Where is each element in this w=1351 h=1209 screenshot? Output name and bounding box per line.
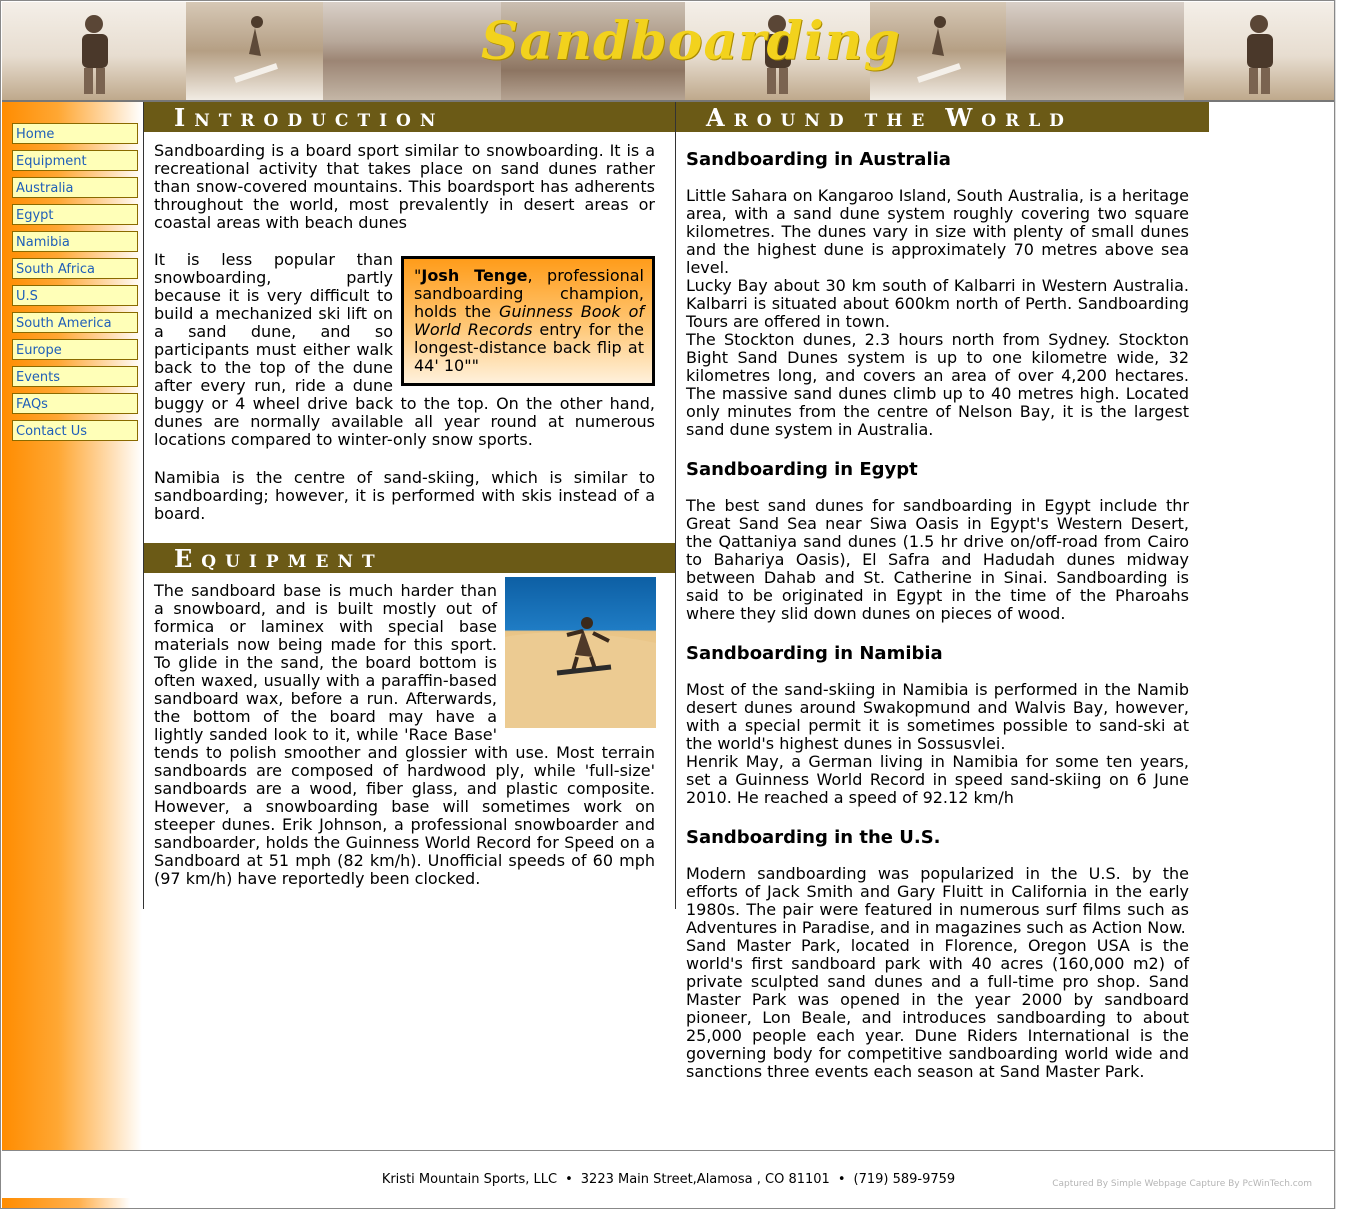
namibia-para-2: Henrik May, a German living in Namibia f…: [686, 752, 1189, 807]
heading-rest: NTRODUCTION: [194, 111, 445, 131]
page-frame: Sandboarding Home Equipment Australia Eg…: [0, 0, 1335, 1209]
heading-rest: ROUND: [733, 111, 853, 131]
banner-photo-boarder: [2, 2, 187, 100]
heading-initial: E: [174, 544, 202, 573]
heading-rest: QUIPMENT: [201, 552, 384, 572]
sidebar-gradient-footer: [2, 1198, 130, 1208]
footer-divider: [2, 1150, 1334, 1151]
capture-watermark: Captured By Simple Webpage Capture By Pc…: [1052, 1179, 1312, 1189]
egypt-heading: Sandboarding in Egypt: [686, 459, 918, 480]
australia-para-2: Lucky Bay about 30 km south of Kalbarri …: [686, 276, 1189, 331]
australia-text: Little Sahara on Kangaroo Island, South …: [686, 187, 1189, 439]
namibia-heading: Sandboarding in Namibia: [686, 643, 943, 664]
australia-para-1: Little Sahara on Kangaroo Island, South …: [686, 186, 1189, 277]
nav-link-south-africa[interactable]: South Africa: [12, 258, 138, 279]
window-scrollbar[interactable]: [1335, 0, 1351, 1209]
column-divider-middle: [675, 102, 676, 909]
nav-link-namibia[interactable]: Namibia: [12, 231, 138, 252]
banner-photo-dunes: [1006, 2, 1184, 100]
column-divider-left: [143, 102, 144, 909]
banner-photo-boarder: [1183, 2, 1334, 100]
sidebar-nav: Home Equipment Australia Egypt Namibia S…: [12, 123, 138, 447]
intro-paragraph-1: Sandboarding is a board sport similar to…: [154, 141, 655, 232]
australia-heading: Sandboarding in Australia: [686, 149, 951, 170]
heading-initial: W: [945, 103, 982, 132]
heading-initial: I: [174, 103, 195, 132]
nav-link-australia[interactable]: Australia: [12, 177, 138, 198]
equipment-paragraph-wrapper: The sandboard base is much harder than a…: [154, 577, 656, 888]
egypt-para-1: The best sand dunes for sandboarding in …: [686, 496, 1189, 623]
heading-rest: ORLD: [981, 111, 1073, 131]
quote-name: Josh Tenge: [421, 266, 528, 285]
nav-link-contact-us[interactable]: Contact Us: [12, 420, 138, 441]
namibia-para-1: Most of the sand-skiing in Namibia is pe…: [686, 680, 1189, 753]
us-heading: Sandboarding in the U.S.: [686, 827, 941, 848]
footer-phone: (719) 589-9759: [853, 1172, 956, 1187]
site-logo-title[interactable]: Sandboarding: [481, 11, 900, 72]
intro-paragraph-3: Namibia is the centre of sand-skiing, wh…: [154, 468, 655, 523]
banner-photo-jumper: [186, 2, 324, 100]
footer-company: Kristi Mountain Sports, LLC: [381, 1172, 558, 1187]
sandboarder-figure: [505, 617, 656, 728]
footer-separator: •: [837, 1172, 846, 1187]
banner-photo-dunes: [323, 2, 501, 100]
us-para-2: Sand Master Park, located in Florence, O…: [686, 936, 1189, 1081]
sandboarder-photo: [505, 577, 656, 728]
section-heading-around-the-world: AROUND THE WORLD: [676, 102, 1209, 132]
nav-link-faqs[interactable]: FAQs: [12, 393, 138, 414]
nav-link-europe[interactable]: Europe: [12, 339, 138, 360]
heading-word: THE: [864, 111, 934, 131]
heading-initial: A: [706, 103, 734, 132]
egypt-text: The best sand dunes for sandboarding in …: [686, 497, 1189, 623]
nav-link-home[interactable]: Home: [12, 123, 138, 144]
world-content: Sandboarding in Australia Little Sahara …: [686, 149, 1189, 1081]
footer-separator: •: [565, 1172, 573, 1187]
nav-link-equipment[interactable]: Equipment: [12, 150, 138, 171]
australia-para-3: The Stockton dunes, 2.3 hours north from…: [686, 330, 1189, 439]
footer-address: 3223 Main Street,Alamosa , CO 81101: [580, 1172, 830, 1187]
intro-paragraph-2-wrapper: "Josh Tenge, professional sandboarding c…: [154, 251, 655, 449]
us-text: Modern sandboarding was popularized in t…: [686, 865, 1189, 1081]
nav-link-south-america[interactable]: South America: [12, 312, 138, 333]
us-para-1: Modern sandboarding was popularized in t…: [686, 864, 1189, 937]
section-heading-introduction: INTRODUCTION: [144, 102, 675, 132]
section-heading-equipment: EQUIPMENT: [144, 543, 675, 573]
nav-link-egypt[interactable]: Egypt: [12, 204, 138, 225]
nav-link-events[interactable]: Events: [12, 366, 138, 387]
namibia-text: Most of the sand-skiing in Namibia is pe…: [686, 681, 1189, 807]
nav-link-us[interactable]: U.S: [12, 285, 138, 306]
quote-box: "Josh Tenge, professional sandboarding c…: [401, 256, 655, 386]
